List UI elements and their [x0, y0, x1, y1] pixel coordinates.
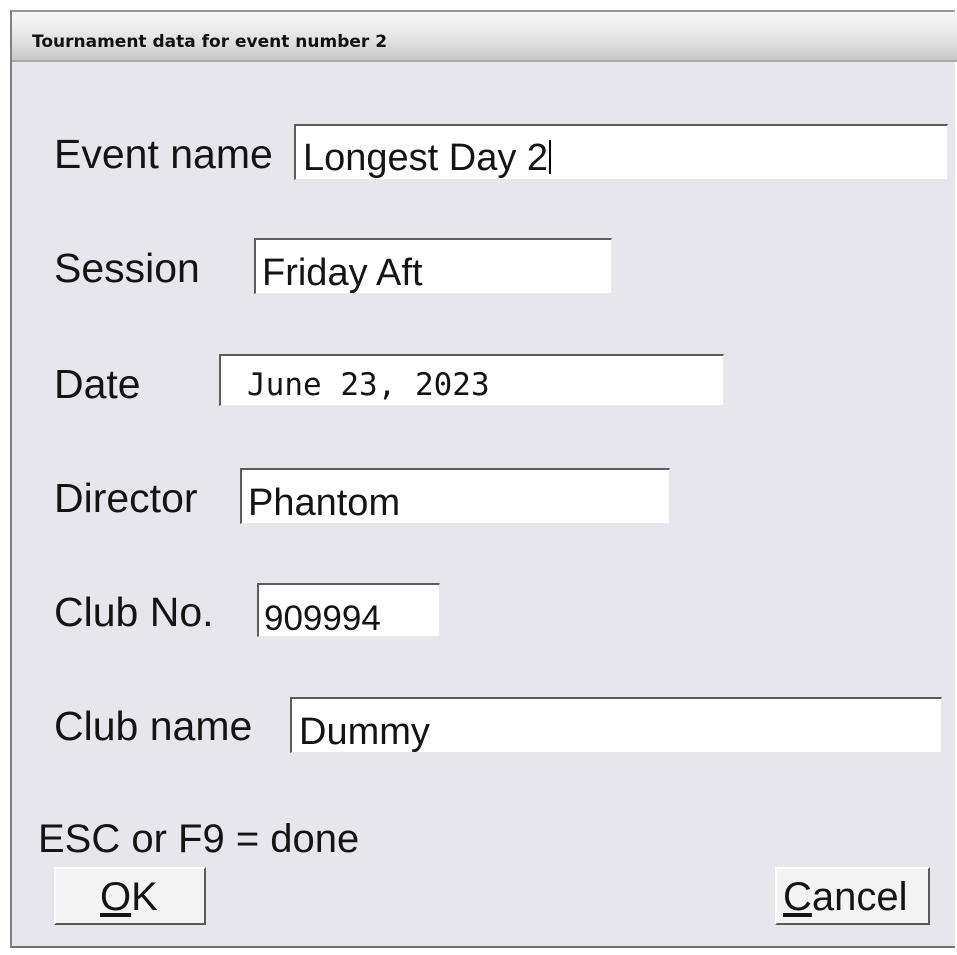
club-name-field[interactable]: Dummy	[290, 697, 942, 753]
club-name-value: Dummy	[299, 711, 430, 753]
director-label: Director	[54, 475, 198, 521]
club-no-value: 909994	[264, 599, 381, 637]
title-bar[interactable]: Tournament data for event number 2	[12, 12, 957, 62]
date-field[interactable]: June 23, 2023	[219, 354, 724, 406]
text-caret	[549, 140, 552, 174]
cancel-label-rest: ancel	[811, 875, 908, 919]
club-name-label: Club name	[54, 703, 253, 749]
club-no-label: Club No.	[54, 589, 214, 635]
date-value: June 23, 2023	[247, 367, 490, 403]
director-field[interactable]: Phantom	[240, 468, 670, 524]
shortcut-hint: ESC or F9 = done	[38, 817, 360, 861]
event-name-value: Longest Day 2	[303, 137, 549, 179]
club-no-field[interactable]: 909994	[257, 583, 440, 637]
cancel-button[interactable]: Cancel	[775, 867, 930, 925]
event-name-label: Event name	[54, 131, 273, 177]
session-field[interactable]: Friday Aft	[254, 238, 612, 294]
cancel-mnemonic: C	[783, 875, 812, 919]
date-label: Date	[54, 361, 141, 407]
ok-mnemonic: O	[100, 875, 132, 919]
session-label: Session	[54, 245, 200, 291]
ok-button[interactable]: OK	[54, 867, 206, 925]
director-value: Phantom	[248, 482, 401, 524]
window-title: Tournament data for event number 2	[32, 32, 388, 52]
session-value: Friday Aft	[262, 252, 423, 294]
event-name-field[interactable]: Longest Day 2	[294, 124, 948, 180]
tournament-dialog: Tournament data for event number 2 Event…	[10, 10, 957, 948]
ok-label-rest: K	[131, 875, 158, 919]
